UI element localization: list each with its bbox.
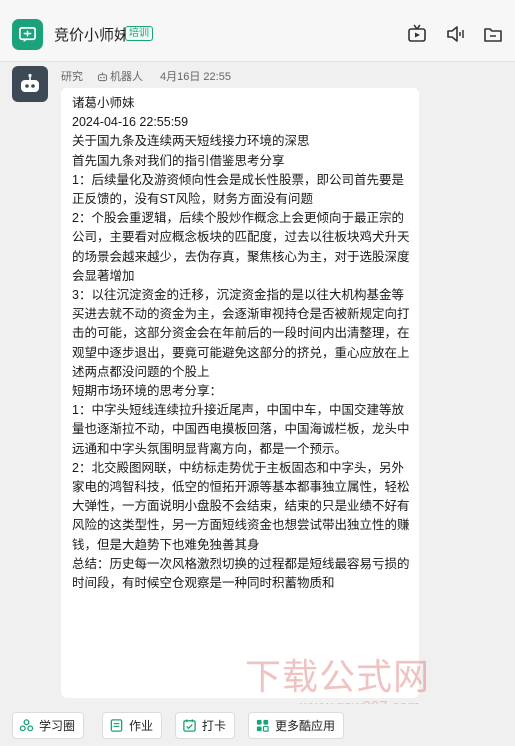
message-line: 诸葛小师妹 xyxy=(72,96,135,110)
more-apps-label: 更多酷应用 xyxy=(275,719,336,733)
sender-name: 研究 xyxy=(61,71,83,83)
speaker-icon[interactable] xyxy=(445,23,467,45)
robot-small-icon xyxy=(97,71,108,81)
more-apps-icon xyxy=(256,719,269,732)
homework-label: 作业 xyxy=(129,719,154,733)
robot-badge: 机器人 xyxy=(97,68,143,84)
message-line: 1：中字头短线连续拉升接近尾声，中国中车，中国交建等放量也逐渐拉不动，中国西电摸… xyxy=(72,403,410,456)
live-tv-icon[interactable] xyxy=(406,23,428,45)
message-line: 首先国九条对我们的指引借鉴思考分享 xyxy=(72,153,285,168)
homework-button[interactable]: 作业 xyxy=(102,712,163,739)
message-meta: 研究 机器人 4月16日 22:55 xyxy=(61,68,231,84)
checkin-icon xyxy=(183,719,196,732)
message-line: 总结：历史每一次风格激烈切换的过程都是短线最容易亏损的时间段，有时候空仓观察是一… xyxy=(72,556,410,591)
robot-icon xyxy=(21,73,39,92)
robot-label: 机器人 xyxy=(110,71,143,83)
chat-bubble-icon xyxy=(19,26,36,43)
message-line: 2：个股会重逻辑，后续个股炒作概念上会更倾向于最正宗的公司，主要看对应概念板块的… xyxy=(72,211,410,283)
chat-header: 竞价小师妹 培训 xyxy=(0,0,515,62)
bottom-toolbar: 学习圈 作业 打卡 更多酷应用 xyxy=(0,704,515,746)
group-avatar[interactable] xyxy=(12,19,43,50)
study-circle-icon xyxy=(19,719,34,732)
checkin-button[interactable]: 打卡 xyxy=(175,712,236,739)
message-line: 1：后续量化及游资倾向性会是成长性股票，即公司首先要是正反馈的，没有ST风险，财… xyxy=(72,172,404,207)
message-bubble[interactable]: 诸葛小师妹 2024-04-16 22:55:59 关于国九条及连续两天短线接力… xyxy=(61,88,419,698)
message-line: 2024-04-16 22:55:59 xyxy=(72,115,189,130)
group-title: 竞价小师妹 xyxy=(54,27,130,44)
training-tag: 培训 xyxy=(125,26,153,41)
message-line: 3：以往沉淀资金的迁移，沉淀资金指的是以往大机构基金等买进去就不动的资金为主，会… xyxy=(72,288,410,379)
more-apps-button[interactable]: 更多酷应用 xyxy=(248,712,345,739)
message-time: 4月16日 22:55 xyxy=(160,71,231,83)
checkin-label: 打卡 xyxy=(202,719,227,733)
homework-icon xyxy=(110,719,123,732)
robot-avatar[interactable] xyxy=(12,66,48,102)
message-line: 2：北交殿图网联，中纺标走势优于主板固态和中字头，另外家电的鸿智科技，低空的恒拓… xyxy=(72,460,410,552)
message-line: 关于国九条及连续两天短线接力环境的深思 xyxy=(72,134,310,149)
message-line: 短期市场环境的思考分享： xyxy=(72,384,223,399)
study-circle-label: 学习圈 xyxy=(39,719,76,733)
folder-icon[interactable] xyxy=(482,23,504,45)
study-circle-button[interactable]: 学习圈 xyxy=(12,712,85,739)
